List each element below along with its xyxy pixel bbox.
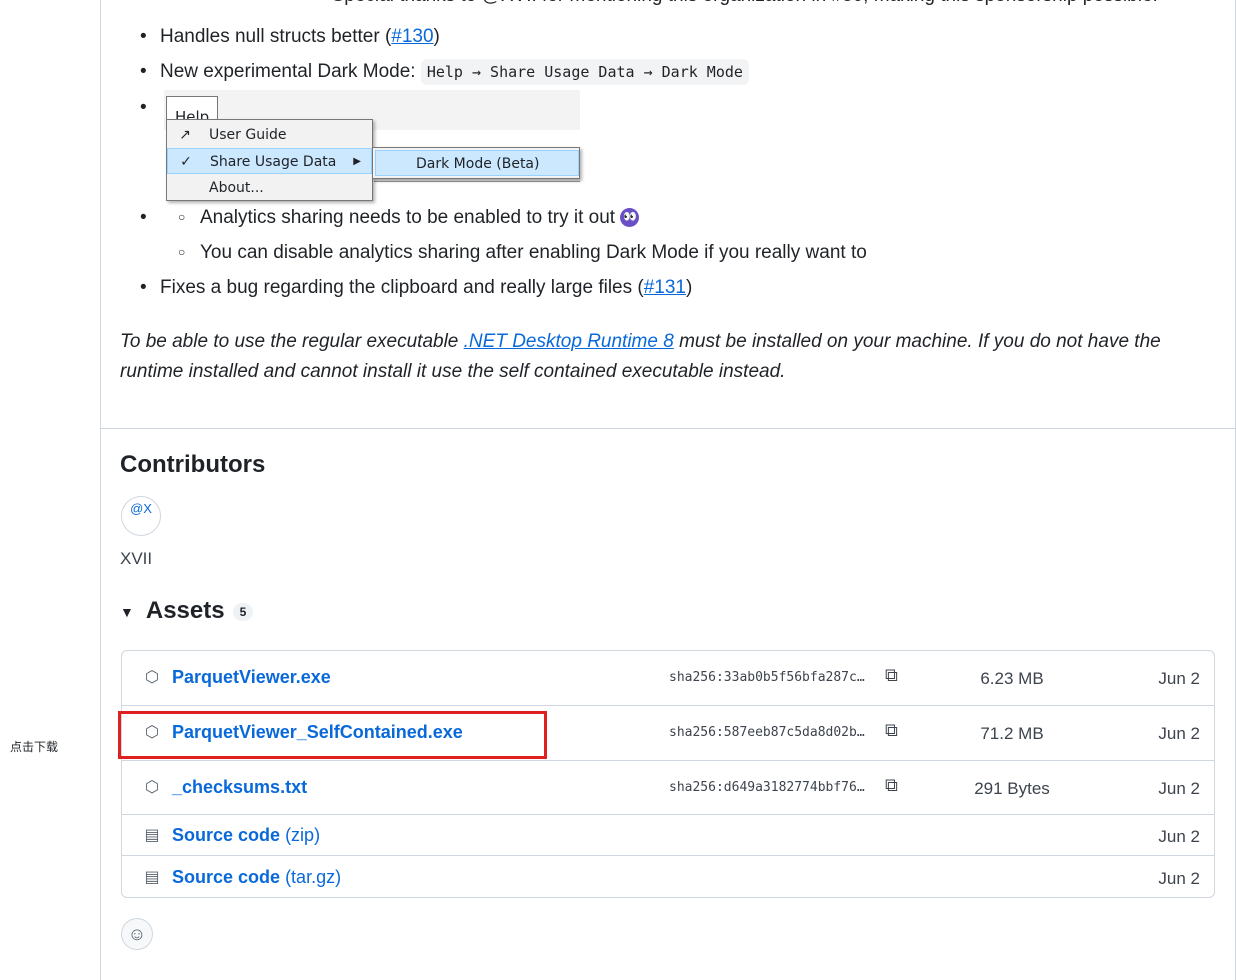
dotnet-runtime-link[interactable]: .NET Desktop Runtime 8 bbox=[464, 331, 674, 352]
asset-link-checksums[interactable]: _checksums.txt bbox=[172, 777, 307, 798]
asset-size: 291 Bytes bbox=[974, 779, 1050, 798]
asset-size: 6.23 MB bbox=[980, 669, 1044, 688]
asset-date: Jun 2 bbox=[1158, 869, 1200, 888]
dark-mode-sublist: Analytics sharing needs to be enabled to… bbox=[120, 200, 1220, 270]
asset-date: Jun 2 bbox=[1158, 827, 1200, 846]
asset-sha: sha256:587eeb87c5da8d02b… bbox=[669, 725, 865, 740]
asset-sha: sha256:33ab0b5f56bfa287c… bbox=[669, 670, 865, 685]
asset-row: ⬡ _checksums.txt sha256:d649a3182774bbf7… bbox=[122, 760, 1214, 814]
package-icon: ⬡ bbox=[145, 669, 159, 686]
notes-list: Handles null structs better (#130) New e… bbox=[120, 19, 1220, 305]
source-code-zip-link[interactable]: Source code (zip) bbox=[172, 825, 320, 846]
file-zip-icon: ▤ bbox=[144, 827, 160, 844]
asset-sha: sha256:d649a3182774bbf76… bbox=[669, 780, 865, 795]
source-code-targz-link[interactable]: Source code (tar.gz) bbox=[172, 867, 341, 888]
menu-path-code: Help → Share Usage Data → Dark Mode bbox=[420, 59, 749, 85]
runtime-note: To be able to use the regular executable… bbox=[120, 331, 1161, 382]
assets-toggle[interactable]: ▼ Assets 5 bbox=[120, 597, 254, 625]
list-item: New experimental Dark Mode: Help → Share… bbox=[120, 54, 1220, 90]
asset-row: ▤ Source code (zip) Jun 2 bbox=[122, 814, 1214, 855]
sub-list-container: Analytics sharing needs to be enabled to… bbox=[120, 200, 1220, 270]
add-reaction-icon[interactable]: ☺ bbox=[121, 918, 153, 950]
clipped-note-line: · Special thanks to @XVII for mentioning… bbox=[320, 0, 1220, 13]
asset-date: Jun 2 bbox=[1158, 724, 1200, 743]
issue-link-131[interactable]: #131 bbox=[644, 277, 686, 298]
menu-item-about: About... bbox=[209, 180, 264, 196]
avatar[interactable]: @X bbox=[121, 496, 161, 536]
list-item: Analytics sharing needs to be enabled to… bbox=[120, 200, 1220, 235]
copy-icon[interactable]: ⧉ bbox=[885, 665, 898, 686]
asset-date: Jun 2 bbox=[1158, 779, 1200, 798]
download-annotation: 点击下载 bbox=[10, 740, 59, 754]
check-icon: ✓ bbox=[180, 154, 192, 170]
menu-item-share-usage-data: ✓ Share Usage Data ▶ bbox=[167, 148, 372, 174]
menu-item-user-guide: ↗ User Guide bbox=[167, 122, 372, 148]
dark-mode-submenu: Dark Mode (Beta) bbox=[372, 147, 580, 179]
asset-date: Jun 2 bbox=[1158, 669, 1200, 688]
avatar-alt-text: @X bbox=[130, 501, 152, 516]
contributor-name[interactable]: XVII bbox=[120, 549, 152, 569]
menu-item-dark-mode: Dark Mode (Beta) bbox=[375, 150, 579, 176]
external-link-icon: ↗ bbox=[179, 127, 191, 143]
highlight-box bbox=[118, 711, 547, 759]
copy-icon[interactable]: ⧉ bbox=[885, 720, 898, 741]
eyes-emoji-icon: 👀 bbox=[620, 208, 640, 228]
help-dropdown: ↗ User Guide ✓ Share Usage Data ▶ About.… bbox=[166, 119, 373, 201]
issue-link-130[interactable]: #130 bbox=[391, 26, 433, 47]
list-item: You can disable analytics sharing after … bbox=[120, 235, 1220, 270]
submenu-arrow-icon: ▶ bbox=[353, 156, 361, 167]
assets-list: ⬡ ParquetViewer.exe sha256:33ab0b5f56bfa… bbox=[121, 650, 1215, 898]
copy-icon[interactable]: ⧉ bbox=[885, 775, 898, 796]
asset-size: 71.2 MB bbox=[980, 724, 1044, 743]
menu-screenshot-item: Help ↗ User Guide ✓ Share Usage Data ▶ A… bbox=[120, 90, 1220, 201]
triangle-down-icon: ▼ bbox=[120, 603, 134, 620]
menu-screenshot: Help ↗ User Guide ✓ Share Usage Data ▶ A… bbox=[164, 90, 580, 201]
assets-heading: Assets bbox=[145, 597, 225, 624]
assets-count-badge: 5 bbox=[232, 602, 254, 621]
contributors-heading: Contributors bbox=[120, 451, 266, 478]
asset-link-parquetviewer[interactable]: ParquetViewer.exe bbox=[172, 667, 331, 688]
file-zip-icon: ▤ bbox=[144, 869, 160, 886]
package-icon: ⬡ bbox=[145, 779, 159, 796]
asset-row: ⬡ ParquetViewer.exe sha256:33ab0b5f56bfa… bbox=[122, 651, 1214, 705]
asset-row: ▤ Source code (tar.gz) Jun 2 bbox=[122, 855, 1214, 898]
list-item: Handles null structs better (#130) bbox=[120, 19, 1220, 54]
list-item: Fixes a bug regarding the clipboard and … bbox=[120, 270, 1220, 305]
section-divider bbox=[100, 428, 1236, 429]
